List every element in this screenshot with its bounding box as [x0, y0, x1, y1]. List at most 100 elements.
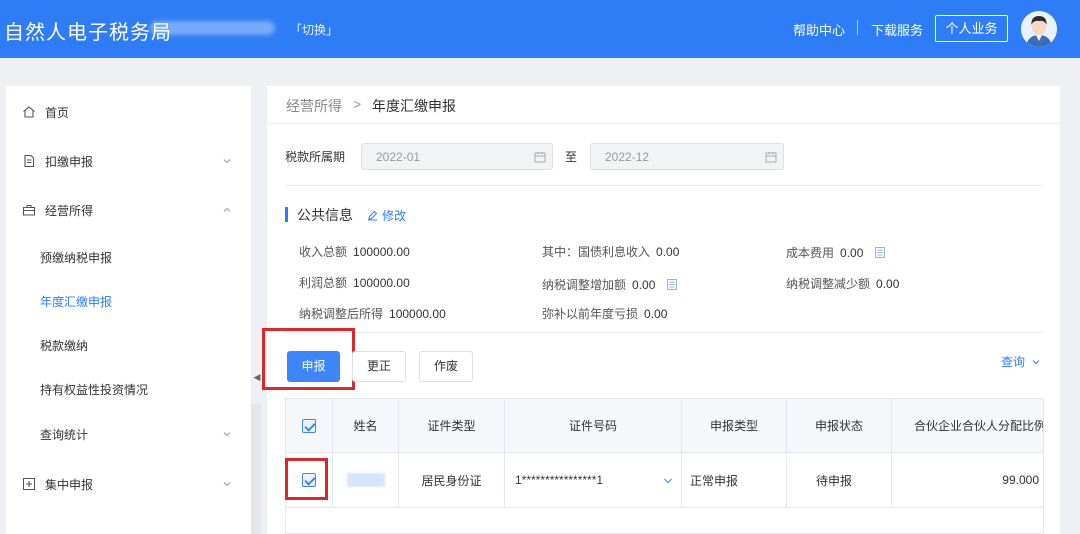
header-name[interactable]: 姓名 [333, 399, 399, 452]
breadcrumb-current: 年度汇缴申报 [372, 98, 456, 114]
period-end-input[interactable]: 2022-12 [590, 143, 784, 170]
edit-label: 修改 [382, 209, 407, 223]
highlight-box-declare [262, 328, 355, 390]
declaration-table: 姓名 证件类型 证件号码 申报类型 申报状态 合伙企业合伙人分配比例 居民身份证… [285, 398, 1044, 534]
info-label: 其中：国债利息收入 [542, 245, 651, 259]
table-header: 姓名 证件类型 证件号码 申报类型 申报状态 合伙企业合伙人分配比例 [286, 399, 1043, 453]
header-declare-type[interactable]: 申报类型 [682, 399, 787, 452]
sidebar-item-batch-declare[interactable]: 集中申报 [6, 464, 251, 504]
sidebar-subitem-tax-payment[interactable]: 税款缴纳 [40, 337, 88, 354]
info-value: 0.00 [876, 277, 900, 291]
info-total-income: 收入总额 100000.00 [299, 243, 410, 260]
info-label: 收入总额 [299, 245, 348, 259]
sidebar-subitem-equity-investment[interactable]: 持有权益性投资情况 [40, 381, 148, 398]
avatar-icon [1021, 11, 1057, 47]
switch-link[interactable]: 「切换」 [290, 21, 338, 38]
sidebar-item-label: 首页 [45, 105, 70, 120]
sidebar-item-withholding[interactable]: 扣缴申报 [6, 141, 251, 181]
divider [285, 332, 1042, 333]
breadcrumb-separator: > [353, 96, 362, 112]
sidebar-item-label: 集中申报 [45, 477, 94, 492]
select-all-checkbox[interactable] [302, 418, 316, 433]
info-bond-interest: 其中：国债利息收入 0.00 [542, 243, 679, 260]
header-id-number[interactable]: 证件号码 [505, 399, 682, 452]
sidebar-item-label: 扣缴申报 [45, 154, 94, 169]
header-separator [857, 20, 858, 35]
cell-id-type: 居民身份证 [399, 453, 505, 507]
sidebar-item-label: 查询统计 [40, 427, 89, 442]
chevron-down-icon [223, 432, 231, 437]
info-adjust-decrease: 纳税调整减少额 0.00 [786, 275, 899, 292]
info-value: 0.00 [840, 246, 864, 260]
info-label: 纳税调整后所得 [299, 307, 384, 321]
query-label: 查询 [1001, 355, 1026, 369]
info-label: 纳税调整增加额 [542, 278, 627, 292]
public-info-title: 公共信息 [285, 205, 353, 225]
correct-button[interactable]: 更正 [352, 351, 406, 382]
header-id-type[interactable]: 证件类型 [399, 399, 505, 452]
info-label: 纳税调整减少额 [786, 277, 871, 291]
breadcrumb-parent[interactable]: 经营所得 [286, 96, 342, 116]
info-label: 利润总额 [299, 276, 348, 290]
chevron-up-icon [223, 207, 231, 212]
cell-id-number[interactable]: 1****************1 [505, 453, 682, 507]
plus-box-icon [22, 477, 36, 491]
calculator-icon[interactable] [874, 247, 885, 258]
header-status[interactable]: 申报状态 [787, 399, 892, 452]
briefcase-icon [22, 204, 36, 216]
cell-status: 待申报 [787, 453, 892, 507]
cell-declare-type: 正常申报 [682, 453, 787, 507]
sidebar-item-business-income[interactable]: 经营所得 [6, 190, 251, 230]
sidebar-subitem-annual-settlement[interactable]: 年度汇缴申报 [40, 293, 112, 310]
period-to-label: 至 [565, 150, 578, 164]
info-value: 0.00 [632, 278, 656, 292]
info-value: 100000.00 [389, 307, 446, 321]
period-end-value: 2022-12 [605, 150, 650, 164]
info-prior-loss: 弥补以前年度亏损 0.00 [542, 305, 667, 322]
main-panel: 经营所得 > 年度汇缴申报 税款所属期 2022-01 至 2022-12 公共… [262, 86, 1060, 534]
query-toggle[interactable]: 查询 [1001, 353, 1041, 370]
cell-ratio: 99.000 [1002, 473, 1039, 487]
id-number-value: 1****************1 [515, 473, 604, 487]
calendar-icon [765, 152, 777, 163]
chevron-down-icon [1033, 360, 1040, 365]
period-start-value: 2022-01 [376, 150, 421, 164]
table-row[interactable]: 居民身份证 1****************1 正常申报 待申报 99.000 [286, 453, 1043, 508]
period-start-input[interactable]: 2022-01 [361, 143, 553, 170]
calculator-icon[interactable] [666, 279, 677, 290]
period-label: 税款所属期 [285, 150, 346, 164]
breadcrumb: 经营所得 > 年度汇缴申报 [267, 86, 1060, 124]
info-value: 100000.00 [353, 245, 410, 259]
sidebar-subitem-prepay[interactable]: 预缴纳税申报 [40, 249, 112, 266]
cell-name [333, 453, 399, 507]
download-service-link[interactable]: 下载服务 [871, 20, 923, 39]
highlight-box-row-checkbox [285, 458, 328, 500]
void-button[interactable]: 作废 [419, 351, 473, 382]
chevron-down-icon [223, 482, 231, 487]
info-cost-expense: 成本费用 0.00 [786, 244, 885, 261]
divider [285, 185, 1042, 186]
header-ratio[interactable]: 合伙企业合伙人分配比例 [892, 399, 1043, 452]
calendar-icon [534, 152, 546, 163]
sidebar-item-query-statistics[interactable]: 查询统计 [6, 414, 251, 454]
info-label: 弥补以前年度亏损 [542, 307, 639, 321]
chevron-down-icon [664, 478, 672, 484]
personal-business-button[interactable]: 个人业务 [935, 15, 1008, 42]
sidebar: 首页 扣缴申报 经营所得 预缴纳税申报 年度汇缴申报 税款缴纳 持有权益性投资情… [6, 86, 251, 534]
info-adjust-increase: 纳税调整增加额 0.00 [542, 276, 677, 293]
top-header: 自然人电子税务局 「切换」 帮助中心 下载服务 个人业务 [0, 0, 1080, 58]
info-label: 成本费用 [786, 246, 835, 260]
edit-link[interactable]: 修改 [367, 207, 406, 224]
blurred-name [346, 473, 385, 487]
sidebar-item-label: 经营所得 [45, 203, 94, 218]
document-icon [24, 154, 35, 168]
blurred-username [150, 21, 275, 35]
sidebar-item-home[interactable]: 首页 [6, 92, 251, 132]
sidebar-scrollbar[interactable] [251, 404, 261, 534]
info-adjusted-income: 纳税调整后所得 100000.00 [299, 305, 446, 322]
pencil-icon [368, 210, 378, 221]
info-value: 0.00 [656, 245, 680, 259]
user-avatar[interactable] [1021, 11, 1057, 47]
help-center-link[interactable]: 帮助中心 [793, 20, 845, 39]
info-value: 0.00 [644, 307, 668, 321]
